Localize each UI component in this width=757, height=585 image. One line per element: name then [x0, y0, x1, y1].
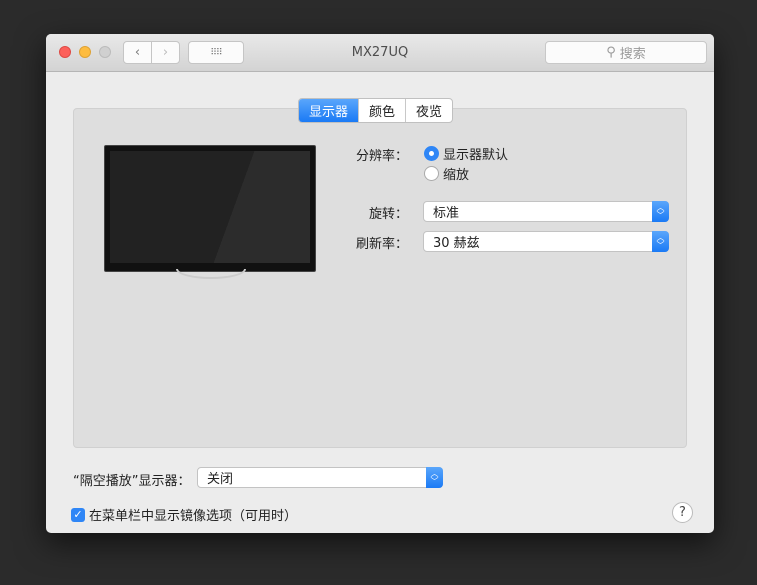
rotation-value: 标准 — [433, 206, 460, 221]
mirror-options-checkbox[interactable]: ✓ 在菜单栏中显示镜像选项（可用时） — [71, 505, 297, 524]
radio-label: 显示器默认 — [443, 148, 509, 163]
search-input[interactable]: ⚲ 搜索 — [545, 41, 707, 64]
search-icon: ⚲ — [606, 45, 616, 60]
airplay-value: 关闭 — [207, 472, 234, 487]
search-placeholder: 搜索 — [619, 47, 646, 62]
title-bar: ‹ › ⠿⠿ MX27UQ ⚲ 搜索 — [46, 34, 714, 72]
tab-color[interactable]: 颜色 — [358, 99, 405, 122]
resolution-default-radio[interactable]: 显示器默认 — [424, 144, 508, 163]
checkmark-icon: ✓ — [71, 507, 85, 522]
help-button[interactable]: ? — [672, 502, 693, 523]
radio-label: 缩放 — [443, 168, 470, 183]
chevron-updown-icon: ︿ ﹀ — [426, 467, 443, 488]
resolution-label: 分辨率： — [355, 149, 408, 164]
resolution-scaled-radio[interactable]: 缩放 — [424, 164, 469, 183]
rotation-select[interactable]: 标准 ︿ ﹀ — [423, 201, 669, 222]
airplay-display-select[interactable]: 关闭 ︿ ﹀ — [197, 467, 443, 488]
monitor-image — [104, 145, 316, 279]
tab-display[interactable]: 显示器 — [299, 99, 359, 122]
refresh-rate-select[interactable]: 30 赫兹 ︿ ﹀ — [423, 231, 669, 252]
refresh-rate-value: 30 赫兹 — [433, 236, 480, 251]
display-panel: 分辨率： 显示器默认 缩放 旋转： 标准 ︿ ﹀ 刷新率： 30 赫兹 ︿ ﹀ — [73, 108, 687, 448]
tab-bar: 显示器 颜色 夜览 — [298, 98, 454, 123]
checkbox-label: 在菜单栏中显示镜像选项（可用时） — [89, 509, 298, 524]
chevron-updown-icon: ︿ ﹀ — [652, 201, 669, 222]
chevron-updown-icon: ︿ ﹀ — [652, 231, 669, 252]
refresh-rate-label: 刷新率： — [355, 237, 408, 252]
airplay-label: “隔空播放”显示器： — [73, 474, 191, 489]
display-preferences-window: ‹ › ⠿⠿ MX27UQ ⚲ 搜索 显示器 颜色 夜览 分辨率： 显示器默认 缩… — [46, 34, 714, 533]
tab-night-shift[interactable]: 夜览 — [405, 99, 452, 122]
rotation-label: 旋转： — [368, 207, 408, 222]
